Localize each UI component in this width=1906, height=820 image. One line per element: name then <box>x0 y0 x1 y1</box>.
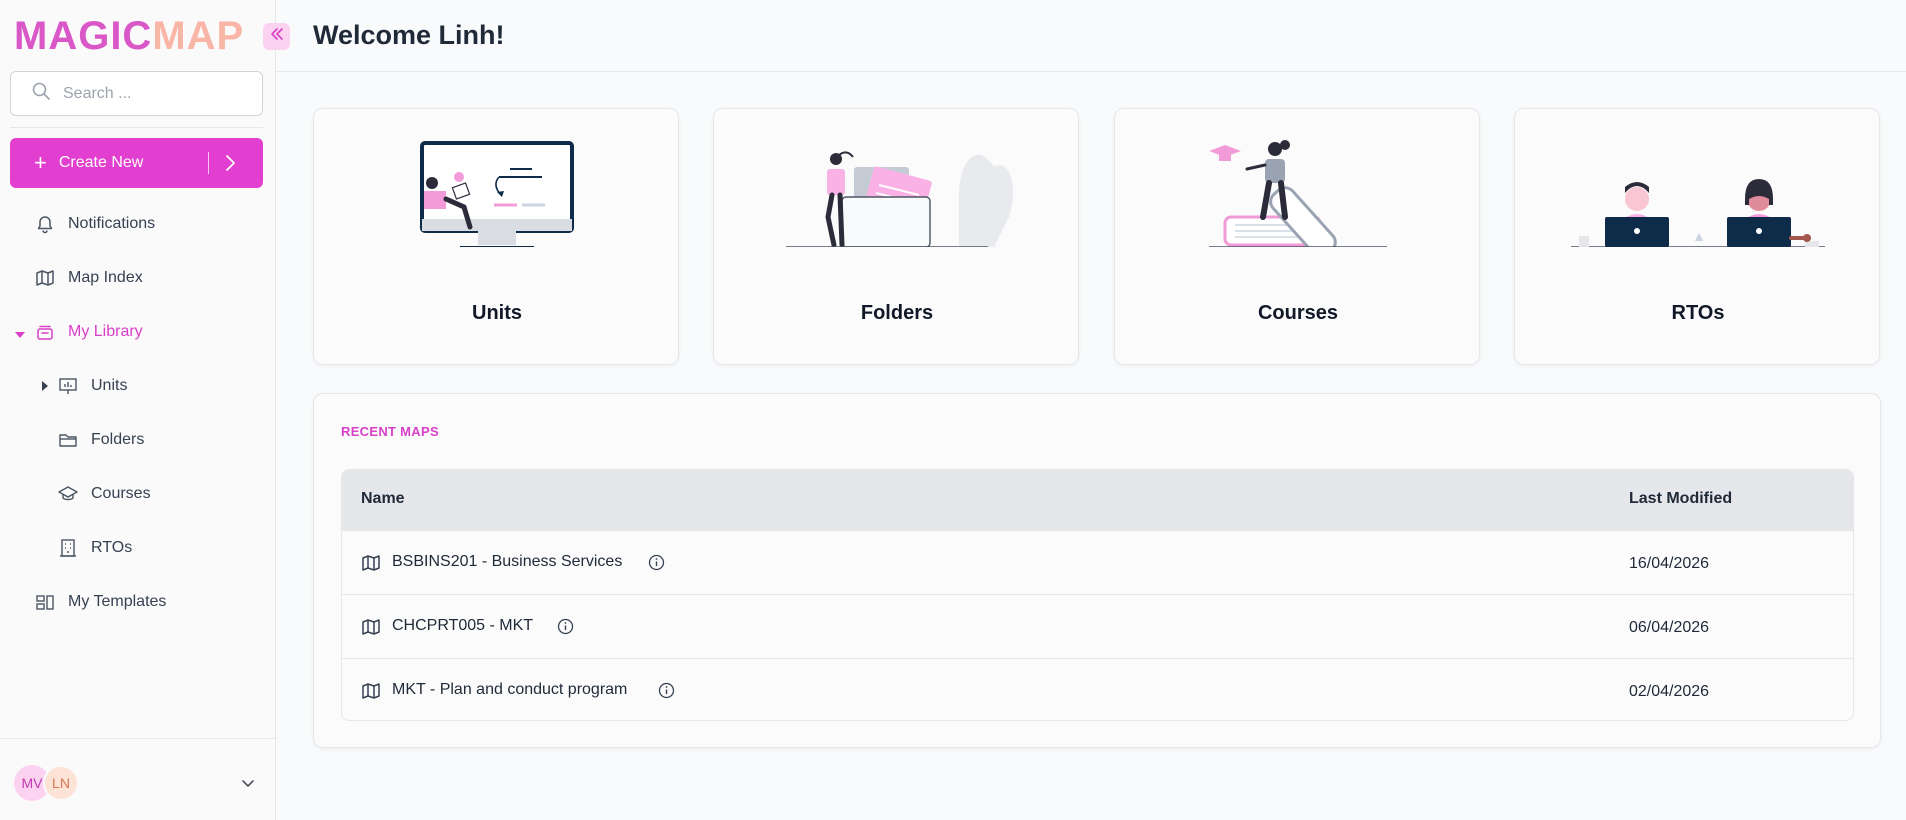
app-logo[interactable]: MAGICMAP <box>14 16 244 56</box>
table-row[interactable]: BSBINS201 - Business Services 16/04/2026 <box>342 530 1853 594</box>
map-icon <box>361 617 381 642</box>
library-icon <box>34 321 56 343</box>
create-new-label: Create New <box>58 154 144 171</box>
caret-down-icon[interactable] <box>14 328 26 346</box>
search-box <box>10 71 263 116</box>
recent-maps-panel: RECENT MAPS Name Last Modified BSBINS201… <box>313 393 1881 748</box>
nav-folders-label: Folders <box>91 431 145 448</box>
nav-map-index[interactable]: Map Index <box>34 263 143 293</box>
plus-icon: + <box>34 150 47 175</box>
recent-maps-table: Name Last Modified BSBINS201 - Business … <box>341 469 1854 721</box>
building-icon <box>57 537 79 559</box>
info-icon[interactable] <box>557 618 574 640</box>
units-illustration <box>420 141 574 247</box>
card-folders-label: Folders <box>860 302 934 324</box>
sidebar-divider <box>10 127 263 128</box>
card-rtos-label: RTOs <box>1671 302 1725 324</box>
last-modified-date: 02/04/2026 <box>1629 683 1710 700</box>
page-header: Welcome Linh! <box>277 0 1906 72</box>
info-icon[interactable] <box>648 554 665 576</box>
nav-folders[interactable]: Folders <box>57 425 144 455</box>
folders-illustration <box>786 151 1014 247</box>
card-units[interactable]: Units <box>313 108 679 365</box>
column-header-last-modified[interactable]: Last Modified <box>1629 490 1732 508</box>
card-courses[interactable]: Courses <box>1114 108 1480 365</box>
template-icon <box>34 591 56 613</box>
bell-icon <box>34 213 56 235</box>
courses-illustration <box>1209 140 1387 247</box>
search-input[interactable] <box>63 84 253 103</box>
chevron-right-icon[interactable] <box>222 154 238 177</box>
info-icon[interactable] <box>658 682 675 704</box>
nav-units-label: Units <box>91 377 128 394</box>
caret-right-icon[interactable] <box>40 379 50 397</box>
table-row[interactable]: CHCPRT005 - MKT 06/04/2026 <box>342 594 1853 658</box>
map-name[interactable]: BSBINS201 - Business Services <box>392 553 622 571</box>
card-rtos[interactable]: RTOs <box>1514 108 1880 365</box>
nav-my-library[interactable]: My Library <box>34 317 143 347</box>
nav-courses[interactable]: Courses <box>57 479 151 509</box>
map-icon <box>34 267 56 289</box>
map-name[interactable]: MKT - Plan and conduct program <box>392 681 627 699</box>
presentation-chart-icon <box>57 375 79 397</box>
nav-notifications-label: Notifications <box>68 215 156 232</box>
folder-icon <box>57 429 79 451</box>
sidebar: MAGICMAP + Create New Notifications Map … <box>0 0 276 820</box>
sidebar-bottom-divider <box>0 738 276 739</box>
nav-courses-label: Courses <box>91 485 151 502</box>
double-chevron-left-icon <box>269 26 285 47</box>
map-icon <box>361 553 381 578</box>
nav-notifications[interactable]: Notifications <box>34 209 155 239</box>
nav-my-templates-label: My Templates <box>68 593 167 610</box>
chevron-down-icon[interactable] <box>240 775 256 796</box>
page-title: Welcome Linh! <box>313 20 505 50</box>
nav-map-index-label: Map Index <box>68 269 143 286</box>
logo-part-magic: MAGIC <box>14 14 153 58</box>
card-units-label: Units <box>472 302 522 324</box>
card-folders[interactable]: Folders <box>713 108 1079 365</box>
graduation-cap-icon <box>57 483 79 505</box>
table-row[interactable]: MKT - Plan and conduct program 02/04/202… <box>342 658 1853 720</box>
nav-rtos-label: RTOs <box>91 539 133 556</box>
search-icon <box>31 81 51 106</box>
last-modified-date: 16/04/2026 <box>1629 555 1710 572</box>
map-icon <box>361 681 381 706</box>
card-courses-label: Courses <box>1257 302 1339 324</box>
column-header-name[interactable]: Name <box>361 490 405 508</box>
nav-rtos[interactable]: RTOs <box>57 533 132 563</box>
table-header: Name Last Modified <box>342 470 1853 530</box>
nav-my-library-label: My Library <box>68 323 143 340</box>
logo-part-map: MAP <box>152 14 245 58</box>
map-name[interactable]: CHCPRT005 - MKT <box>392 617 533 635</box>
last-modified-date: 06/04/2026 <box>1629 619 1710 636</box>
recent-maps-title: RECENT MAPS <box>341 424 439 439</box>
nav-units[interactable]: Units <box>57 371 127 401</box>
avatar-ln[interactable]: LN <box>43 765 79 801</box>
collapse-sidebar-button[interactable] <box>263 23 290 50</box>
create-button-separator <box>208 152 209 174</box>
rtos-illustration <box>1571 179 1825 247</box>
nav-my-templates[interactable]: My Templates <box>34 587 166 617</box>
create-new-button[interactable]: + Create New <box>10 138 263 188</box>
